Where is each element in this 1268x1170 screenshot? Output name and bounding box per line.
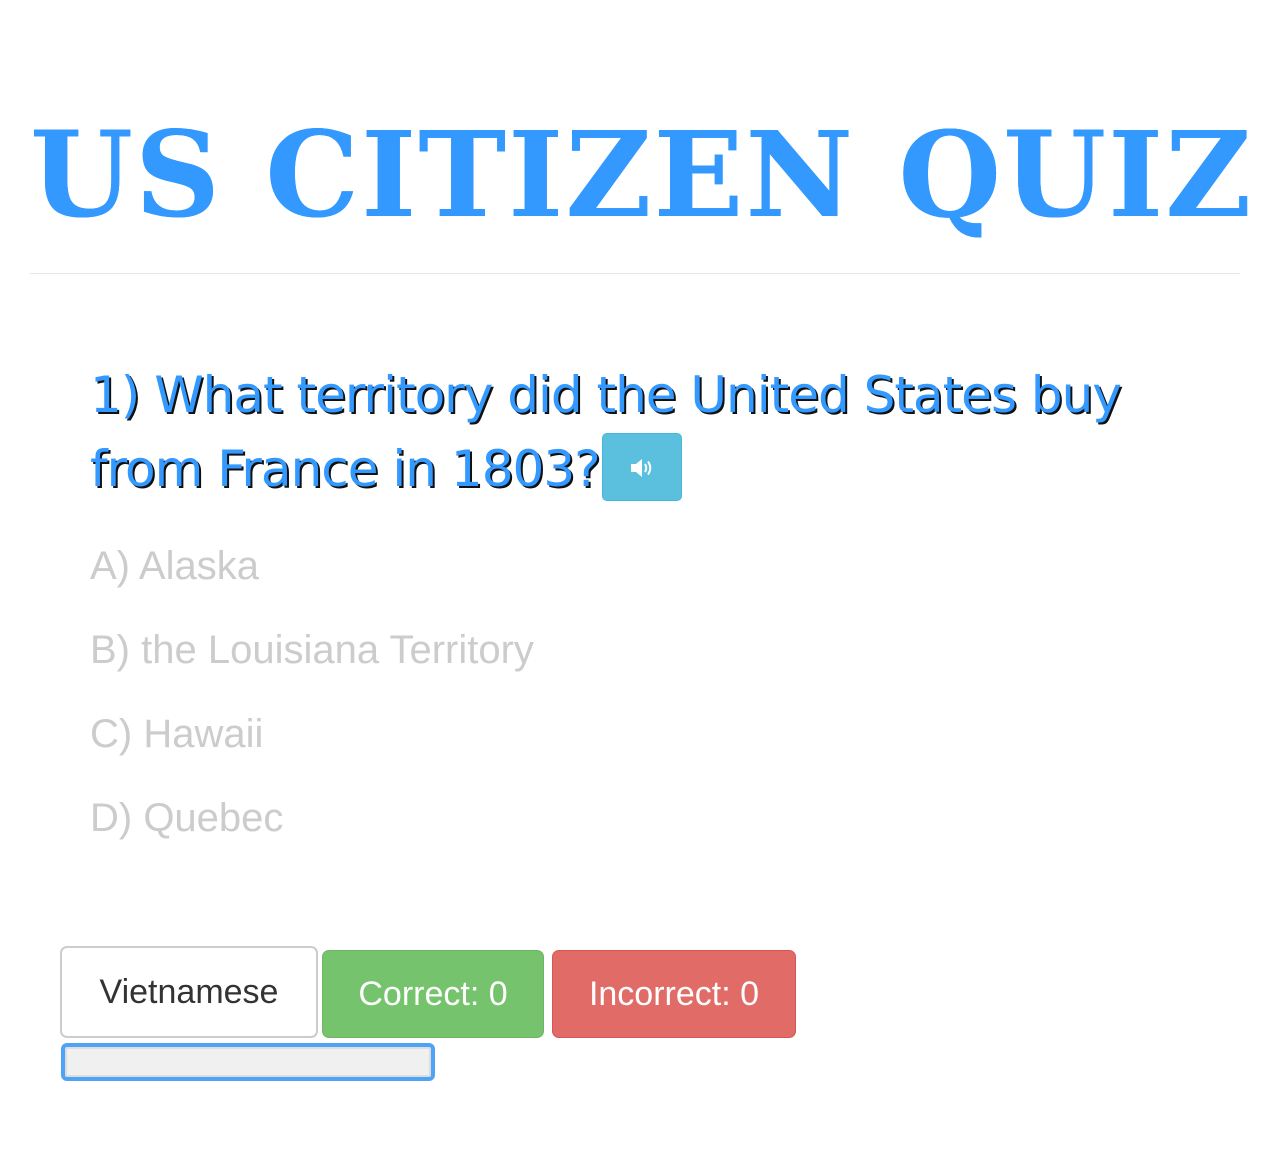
page-title-text: US CITIZEN QUIZ <box>30 100 1253 250</box>
answer-option-c[interactable]: C) Hawaii <box>90 708 990 792</box>
volume-up-icon <box>630 458 651 477</box>
title-divider <box>30 273 1240 274</box>
answer-option-d[interactable]: D) Quebec <box>90 792 990 876</box>
play-audio-button[interactable] <box>601 432 682 501</box>
language-button[interactable]: Vietnamese <box>60 946 318 1038</box>
quiz-page: US CITIZEN QUIZ 1) What territory did th… <box>0 0 1268 1170</box>
correct-count-button[interactable]: Correct: 0 <box>322 950 544 1038</box>
answer-option-a[interactable]: A) Alaska <box>90 540 990 624</box>
answer-option-b[interactable]: B) the Louisiana Territory <box>90 624 990 708</box>
page-title: US CITIZEN QUIZ <box>30 100 1251 250</box>
answer-input[interactable] <box>61 1043 435 1081</box>
question: 1) What territory did the United States … <box>90 358 1200 506</box>
incorrect-count-button[interactable]: Incorrect: 0 <box>552 950 796 1038</box>
answer-list: A) Alaska B) the Louisiana Territory C) … <box>90 540 990 876</box>
